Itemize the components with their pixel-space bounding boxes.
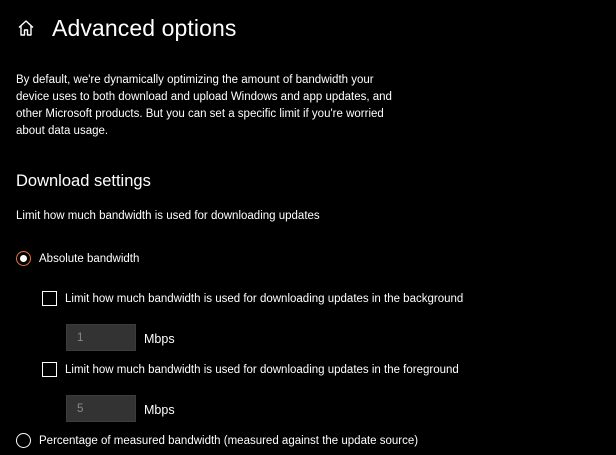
absolute-bandwidth-label: Absolute bandwidth (39, 252, 140, 265)
bandwidth-description: By default, we're dynamically optimizing… (16, 74, 392, 137)
download-settings-subtitle: Limit how much bandwidth is used for dow… (16, 210, 320, 222)
absolute-bandwidth-option[interactable]: Absolute bandwidth (16, 251, 139, 266)
foreground-limit-unit: Mbps (144, 403, 175, 417)
background-limit-label: Limit how much bandwidth is used for dow… (65, 292, 464, 305)
page-title: Advanced options (52, 14, 237, 41)
percentage-bandwidth-option[interactable]: Percentage of measured bandwidth (measur… (16, 433, 418, 448)
percentage-bandwidth-radio[interactable] (16, 433, 31, 448)
background-limit-input[interactable] (66, 324, 136, 351)
background-limit-unit: Mbps (144, 332, 175, 346)
foreground-limit-label: Limit how much bandwidth is used for dow… (65, 363, 459, 376)
absolute-bandwidth-radio[interactable] (16, 251, 31, 266)
percentage-bandwidth-label: Percentage of measured bandwidth (measur… (39, 434, 419, 447)
home-icon[interactable] (16, 18, 36, 38)
background-limit-checkbox[interactable] (42, 291, 57, 306)
download-settings-title: Download settings (16, 172, 151, 190)
foreground-limit-option[interactable]: Limit how much bandwidth is used for dow… (42, 362, 459, 377)
foreground-limit-checkbox[interactable] (42, 362, 57, 377)
background-limit-option[interactable]: Limit how much bandwidth is used for dow… (42, 291, 463, 306)
radio-selected-dot (20, 255, 27, 262)
foreground-limit-input[interactable] (66, 395, 136, 422)
page-header: Advanced options (16, 10, 236, 46)
